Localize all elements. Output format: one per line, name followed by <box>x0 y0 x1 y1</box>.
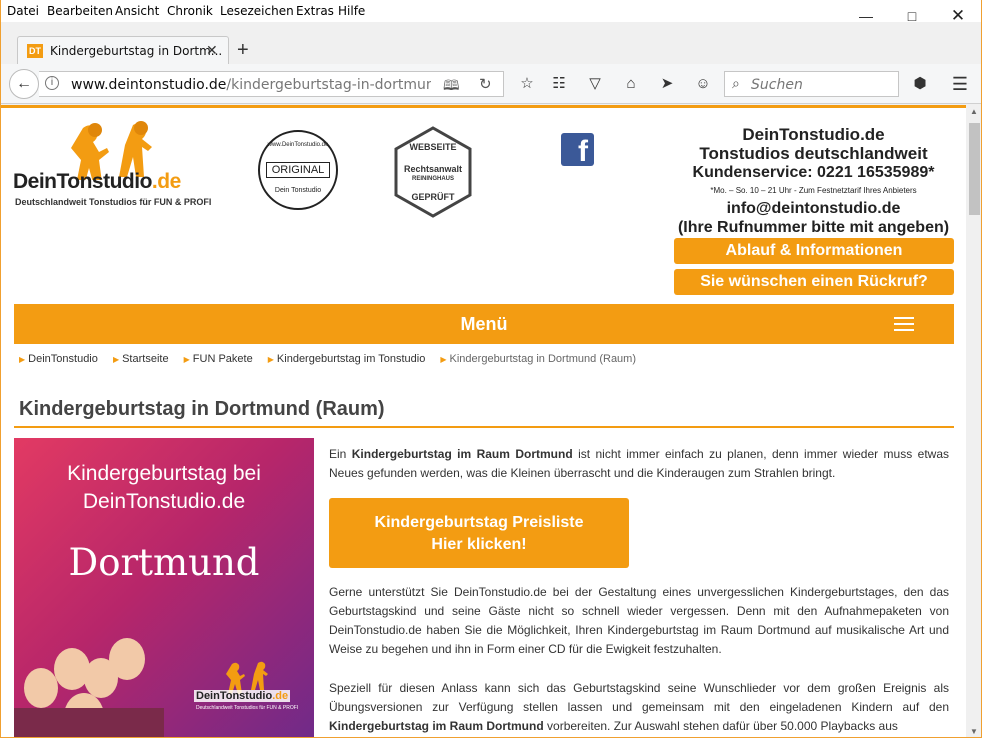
back-icon[interactable]: ← <box>9 69 39 99</box>
info-button[interactable]: Ablauf & Informationen <box>674 238 954 264</box>
browser-window: Datei Bearbeiten Ansicht Chronik Lesezei… <box>0 0 982 738</box>
page-title: Kindergeburtstag in Dortmund (Raum) <box>19 398 385 420</box>
tab-active[interactable]: DT Kindergeburtstag in Dortm... ✕ <box>17 36 229 64</box>
menu-datei[interactable]: Datei <box>7 4 39 18</box>
menu-lesezeichen[interactable]: Lesezeichen <box>220 4 294 18</box>
hero-logo: DeinTonstudio.de Deutschlandweit Tonstud… <box>194 660 309 720</box>
logo-brand: DeinTonstudio.de <box>13 170 181 193</box>
arrow-right-icon: ▶ <box>183 355 190 364</box>
home-icon[interactable]: ⌂ <box>621 74 641 94</box>
search-box[interactable]: ⌕ Suchen <box>724 71 899 97</box>
web-page: DeinTonstudio.de Deutschlandweit Tonstud… <box>1 105 966 737</box>
arrow-right-icon: ▶ <box>440 355 447 364</box>
extension-icon[interactable]: ⬢ <box>910 74 930 94</box>
breadcrumb-item[interactable]: ▶ Kindergeburtstag im Tonstudio <box>268 353 432 365</box>
arrow-right-icon: ▶ <box>112 355 120 364</box>
contact-note: (Ihre Rufnummer bitte mit angeben) <box>677 219 950 236</box>
menu-bearbeiten[interactable]: Bearbeiten <box>47 4 113 18</box>
url-bar[interactable]: i www.deintonstudio.de/kindergeburtstag-… <box>39 71 504 97</box>
menu-ansicht[interactable]: Ansicht <box>115 4 159 18</box>
contact-email[interactable]: info@deintonstudio.de <box>666 200 961 218</box>
search-input[interactable]: Suchen <box>751 77 803 93</box>
vertical-scrollbar[interactable]: ▲ ▼ <box>966 105 981 737</box>
menu-chronik[interactable]: Chronik <box>167 4 213 18</box>
hero-image: Kindergeburtstag bei DeinTonstudio.de Dor… <box>14 438 314 737</box>
facebook-icon[interactable]: f <box>561 133 594 166</box>
arrow-right-icon: ▶ <box>267 355 274 364</box>
breadcrumb-item[interactable]: ▶ Startseite <box>113 353 175 365</box>
reader-view-icon[interactable]: 🕮 <box>443 75 460 99</box>
send-icon[interactable]: ➤ <box>657 74 677 94</box>
arrow-right-icon: ▶ <box>19 355 26 364</box>
hello-icon[interactable]: ☺ <box>693 74 713 94</box>
new-tab-icon[interactable]: + <box>237 40 249 60</box>
hamburger-icon[interactable] <box>894 317 914 331</box>
kids-photo <box>14 638 164 737</box>
contact-phone[interactable]: Kundenservice: 0221 16535989* <box>666 163 961 182</box>
breadcrumb: ▶ DeinTonstudio ▶ Startseite ▶ FUN Pakete ▶… <box>19 353 648 365</box>
reload-icon[interactable]: ↻ <box>479 75 492 93</box>
menu-bar: Datei Bearbeiten Ansicht Chronik Lesezei… <box>1 0 981 22</box>
url-text[interactable]: www.deintonstudio.de/kindergeburtstag-in… <box>71 77 431 93</box>
tab-close-icon[interactable]: ✕ <box>206 42 218 59</box>
legal-check-seal: WEBSEITE Rechtsanwalt REININGHAUS GEPRÜF… <box>393 126 473 218</box>
search-icon: ⌕ <box>732 75 740 91</box>
scroll-up-icon[interactable]: ▲ <box>970 107 978 116</box>
contact-name: DeinTonstudio.de <box>742 125 885 144</box>
paragraph-3: Speziell für diesen Anlass kann sich das… <box>329 681 949 733</box>
site-logo[interactable]: DeinTonstudio.de Deutschlandweit Tonstud… <box>13 120 218 210</box>
bookmark-star-icon[interactable]: ☆ <box>517 74 537 94</box>
callback-button[interactable]: Sie wünschen einen Rückruf? <box>674 269 954 295</box>
hero-heading: Kindergeburtstag bei DeinTonstudio.de <box>67 462 261 513</box>
price-list-button[interactable]: Kindergeburtstag Preisliste Hier klicken… <box>329 498 629 568</box>
menu-label: Menü <box>460 314 508 334</box>
hamburger-menu-icon[interactable]: ☰ <box>950 74 970 94</box>
main-menu-bar[interactable]: Menü <box>14 304 954 344</box>
contact-hours: *Mo. – So. 10 – 21 Uhr - Zum Festnetztar… <box>710 186 917 195</box>
breadcrumb-item[interactable]: ▶ FUN Pakete <box>184 353 259 365</box>
favicon-icon: DT <box>27 44 43 58</box>
tab-strip: DT Kindergeburtstag in Dortm... ✕ + <box>1 22 981 64</box>
contact-block: DeinTonstudio.de Tonstudios deutschlandw… <box>666 125 961 237</box>
scroll-down-icon[interactable]: ▼ <box>970 727 978 736</box>
site-info-icon[interactable]: i <box>45 76 59 90</box>
original-seal: www.DeinTonstudio.de ORIGINAL Dein Tonst… <box>258 130 338 210</box>
intro-text: Ein Kindergeburtstag im Raum Dortmund is… <box>329 447 949 480</box>
menu-hilfe[interactable]: Hilfe <box>338 4 365 18</box>
contact-subtitle: Tonstudios deutschlandweit <box>699 144 928 163</box>
title-divider <box>14 426 954 428</box>
hero-city: Dortmund <box>68 541 260 584</box>
singers-logo-icon <box>226 661 268 694</box>
paragraph-2: Gerne unterstützt Sie DeinTonstudio.de b… <box>329 585 949 656</box>
logo-tagline: Deutschlandweit Tonstudios für FUN & PRO… <box>15 197 212 207</box>
breadcrumb-item[interactable]: ▶ DeinTonstudio <box>19 353 104 365</box>
scroll-thumb[interactable] <box>969 123 980 215</box>
menu-extras[interactable]: Extras <box>296 4 334 18</box>
navigation-toolbar: ← i www.deintonstudio.de/kindergeburtsta… <box>1 64 981 104</box>
tab-title: Kindergeburtstag in Dortm... <box>50 44 223 58</box>
reading-list-icon[interactable]: ☷ <box>549 74 569 94</box>
breadcrumb-current: ▶ Kindergeburtstag in Dortmund (Raum) <box>440 353 637 365</box>
pocket-icon[interactable]: ▽ <box>585 74 605 94</box>
